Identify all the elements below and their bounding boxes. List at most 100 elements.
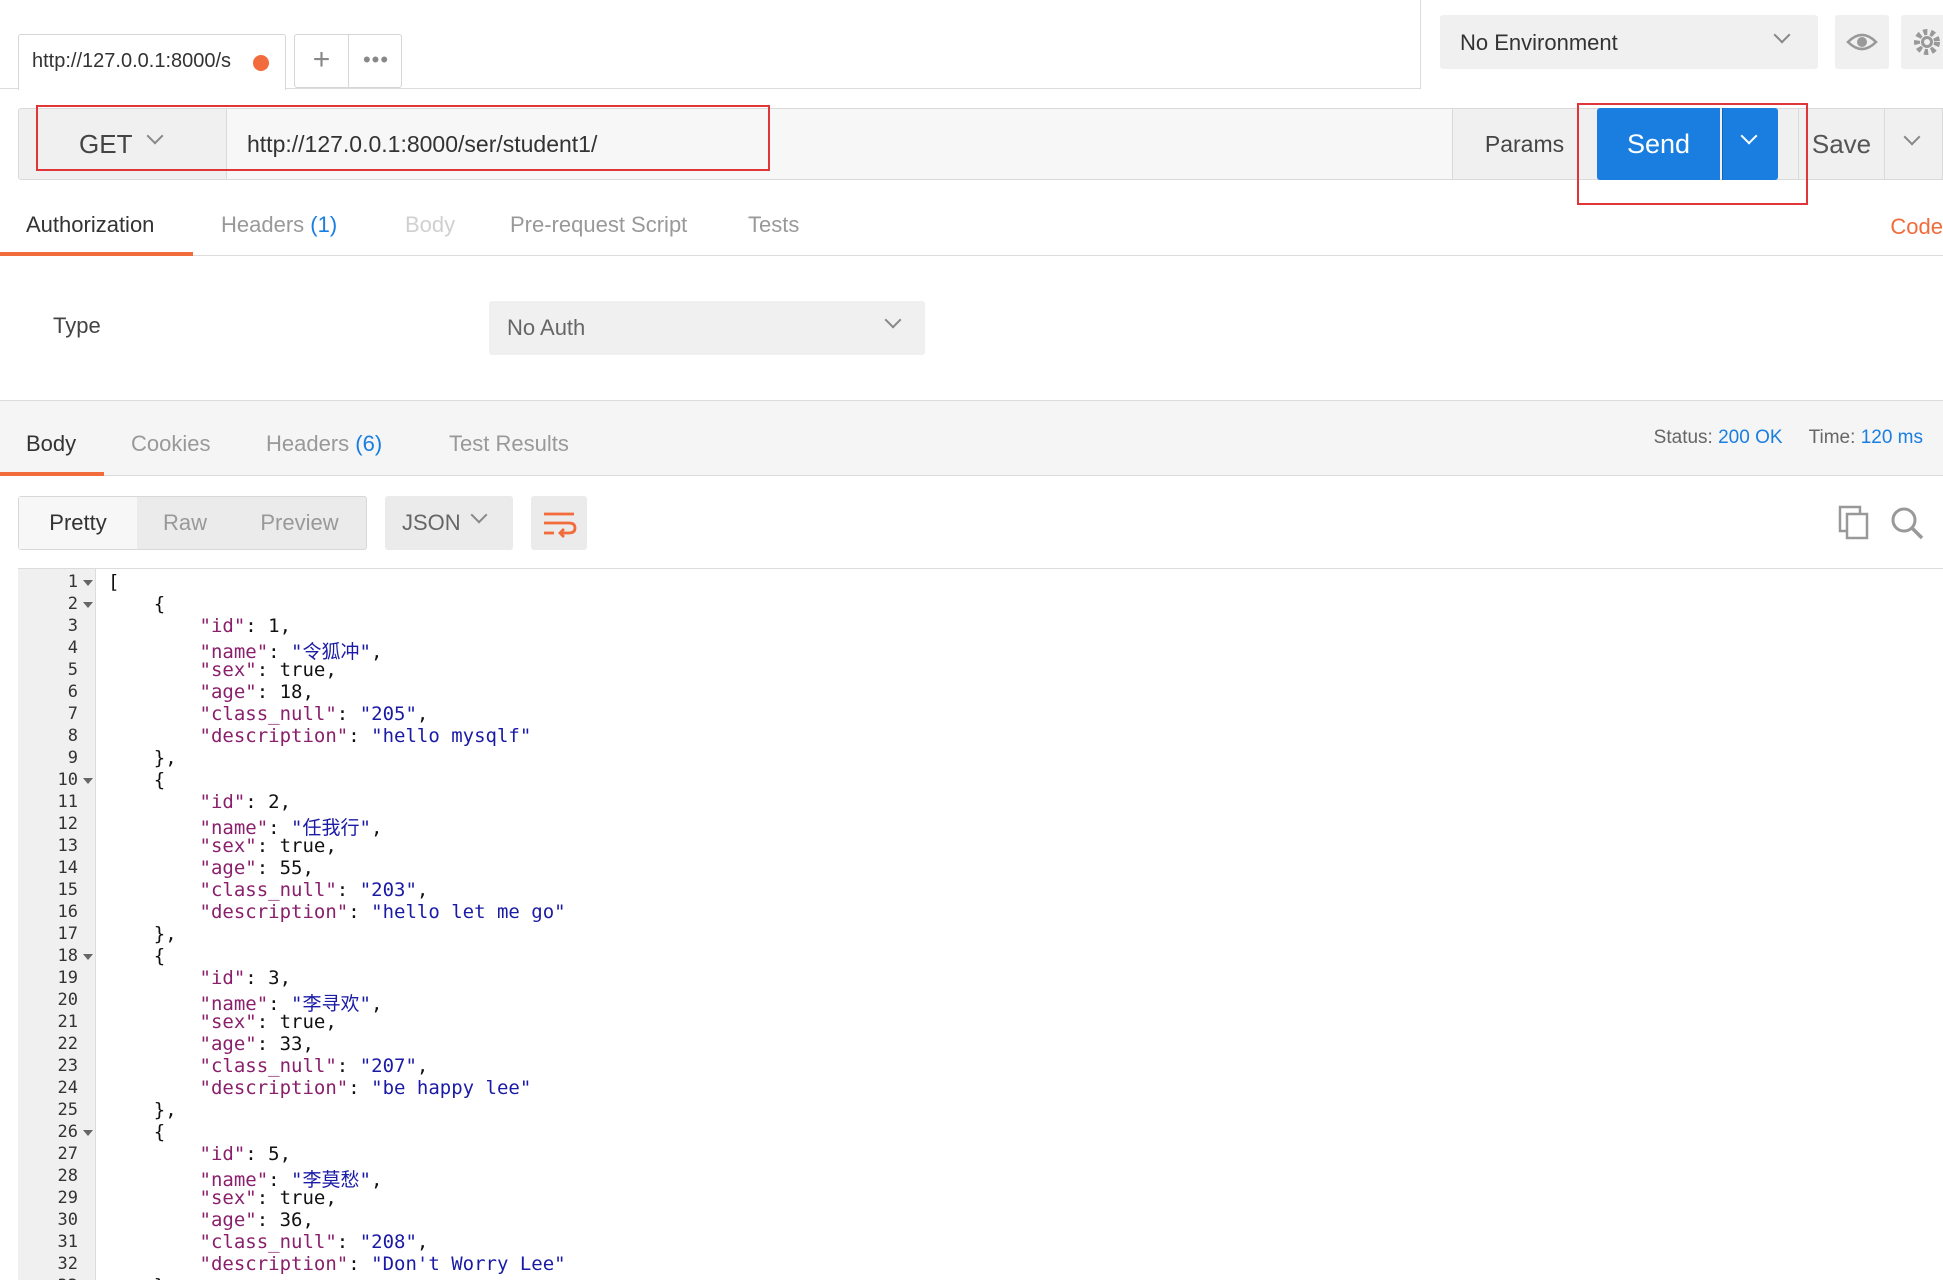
tab-headers[interactable]: Headers (1) [221,212,337,238]
code-line: "description": "Don't Worry Lee" [108,1253,566,1275]
code-line: "description": "hello mysqlf" [108,725,532,747]
url-input[interactable] [227,109,1452,179]
code-line: "class_null": "208", [108,1231,429,1253]
request-tab[interactable]: http://127.0.0.1:8000/s [18,34,286,90]
environment-label: No Environment [1460,30,1618,55]
tab-authorization[interactable]: Authorization [26,212,154,238]
auth-type-select[interactable]: No Auth [489,301,925,355]
line-number: 30 [57,1210,78,1230]
json-comma: , [325,835,337,857]
json-key: "id" [199,1143,246,1165]
code-line: }, [108,1099,177,1121]
code-line: "description": "be happy lee" [108,1077,532,1099]
line-number: 25 [57,1100,78,1120]
tab-tests[interactable]: Tests [748,212,799,238]
params-button[interactable]: Params [1452,109,1596,179]
send-button[interactable]: Send [1597,108,1720,180]
time-label: Time: [1808,427,1856,448]
json-colon: : [245,791,269,813]
response-body-viewer[interactable]: 1 2 3 4 5 6 7 8 9 10 11 12 13 14 15 16 17 18 19 20 21 22 23 24 2… [18,568,1943,1280]
tab-response-headers[interactable]: Headers (6) [266,431,382,457]
chevron-down-icon [146,127,164,145]
tab-response-headers-label: Headers [266,431,350,456]
eye-icon[interactable] [1835,15,1889,69]
json-value: 18 [279,681,303,703]
wrap-lines-icon[interactable] [531,496,587,550]
json-comma: , [302,681,314,703]
save-button[interactable]: Save [1798,108,1885,180]
json-key: "id" [199,967,246,989]
tab-authorization-label: Authorization [26,212,155,237]
line-number: 10 [57,770,78,790]
new-tab-plus-icon[interactable]: + [295,35,349,87]
copy-icon[interactable] [1836,505,1872,546]
json-brace: { [153,945,166,967]
code-line: "sex": true, [108,835,337,857]
pretty-button[interactable]: Pretty [19,497,137,549]
json-value: 2 [268,791,280,813]
json-colon: : [256,1209,280,1231]
code-line: "age": 18, [108,681,314,703]
code-line: "class_null": "205", [108,703,429,725]
line-number: 22 [57,1034,78,1054]
fold-arrow-icon[interactable] [83,580,93,586]
view-mode-group: Pretty Raw Preview [18,496,367,550]
format-select[interactable]: JSON [385,496,513,550]
code-line: "age": 55, [108,857,314,879]
line-number: 23 [57,1056,78,1076]
active-tab-underline [0,252,193,256]
json-key: "class_null" [199,1231,337,1253]
environment-select[interactable]: No Environment [1440,15,1818,69]
line-number: 11 [57,792,78,812]
active-tab-underline [0,472,104,476]
code-line: { [108,593,165,615]
tab-response-body[interactable]: Body [26,431,76,457]
raw-button[interactable]: Raw [137,497,233,549]
response-status: Status: 200 OK Time: 120 ms [1654,427,1923,449]
tab-test-results[interactable]: Test Results [449,431,569,457]
json-colon: : [336,879,360,901]
status-value: 200 OK [1718,427,1783,448]
json-value: 55 [279,857,303,879]
fold-arrow-icon[interactable] [83,954,93,960]
send-dropdown-button[interactable] [1722,108,1778,180]
tab-cookies[interactable]: Cookies [131,431,210,457]
line-number-gutter: 1 2 3 4 5 6 7 8 9 10 11 12 13 14 15 16 17 18 19 20 21 22 23 24 2… [18,569,96,1280]
code-link[interactable]: Code [1890,214,1943,240]
line-number: 29 [57,1188,78,1208]
json-key: "class_null" [199,703,337,725]
json-comma: , [302,1033,314,1055]
json-colon: : [256,659,280,681]
tab-body[interactable]: Body [405,212,455,238]
code-line: "age": 36, [108,1209,314,1231]
json-key: "id" [199,791,246,813]
tab-pre-request-script[interactable]: Pre-request Script [510,212,687,238]
line-number: 16 [57,902,78,922]
fold-arrow-icon[interactable] [83,778,93,784]
json-comma: , [302,857,314,879]
fold-arrow-icon[interactable] [83,1130,93,1136]
json-value: "hello mysqlf" [371,725,532,747]
more-tabs-icon[interactable]: ••• [349,35,403,87]
request-tab-label: http://127.0.0.1:8000/s [32,50,232,72]
save-dropdown-button[interactable] [1885,108,1943,180]
code-line: "sex": true, [108,1187,337,1209]
json-colon: : [245,615,269,637]
line-number: 20 [57,990,78,1010]
time-value: 120 ms [1860,427,1923,448]
method-select[interactable]: GET [19,109,227,179]
json-comma: , [325,659,337,681]
json-comma: , [325,1011,337,1033]
gear-icon[interactable] [1901,15,1943,69]
wrap-lines-icon-svg [544,512,577,538]
format-label: JSON [402,510,461,535]
preview-button[interactable]: Preview [233,497,366,549]
fold-arrow-icon[interactable] [83,602,93,608]
json-value: 33 [279,1033,303,1055]
gear-icon-svg [1914,29,1940,55]
search-icon[interactable] [1888,505,1926,548]
json-value: true [279,659,326,681]
json-brace: { [153,1121,166,1143]
code-line: "class_null": "207", [108,1055,429,1077]
json-brace: { [153,593,166,615]
